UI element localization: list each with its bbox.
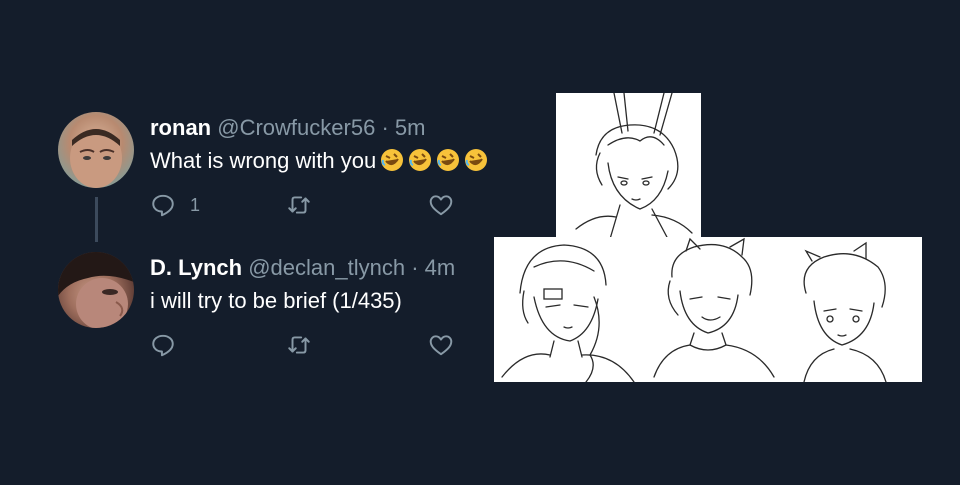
timestamp[interactable]: 5m bbox=[395, 115, 426, 140]
thread-connector-line bbox=[95, 197, 98, 242]
tweet-text-content: What is wrong with you bbox=[150, 148, 377, 173]
retweet-button[interactable] bbox=[286, 192, 312, 218]
user-handle[interactable]: @Crowfucker56 bbox=[217, 115, 375, 140]
tweet-header: D. Lynch @declan_tlynch · 4m bbox=[150, 254, 455, 282]
tweet-text: What is wrong with you bbox=[150, 146, 488, 176]
sketch-image-three-characters bbox=[494, 237, 922, 382]
tweet-actions: 1 bbox=[150, 192, 470, 218]
tweet-text: i will try to be brief (1/435) bbox=[150, 286, 402, 316]
display-name[interactable]: D. Lynch bbox=[150, 255, 242, 280]
avatar[interactable] bbox=[58, 252, 134, 328]
retweet-arrows-icon bbox=[288, 336, 310, 354]
separator-dot: · bbox=[411, 255, 419, 280]
tweet-actions bbox=[150, 332, 470, 358]
display-name[interactable]: ronan bbox=[150, 115, 211, 140]
separator-dot: · bbox=[381, 115, 389, 140]
reply-button[interactable]: 1 bbox=[150, 192, 200, 218]
heart-icon bbox=[429, 195, 453, 216]
avatar[interactable] bbox=[58, 112, 134, 188]
timestamp[interactable]: 4m bbox=[425, 255, 456, 280]
tweet-text-content: i will try to be brief (1/435) bbox=[150, 288, 402, 313]
rolling-laughing-emoji-icon bbox=[437, 149, 460, 171]
user-handle[interactable]: @declan_tlynch bbox=[248, 255, 405, 280]
heart-icon bbox=[429, 335, 453, 356]
reply-count: 1 bbox=[190, 194, 201, 215]
retweet-button[interactable] bbox=[286, 332, 312, 358]
sketch-image-bunny-character bbox=[556, 93, 701, 239]
retweet-arrows-icon bbox=[288, 196, 310, 214]
reply-button[interactable] bbox=[150, 332, 176, 358]
rolling-laughing-emoji-icon bbox=[465, 149, 488, 171]
speech-bubble-icon bbox=[152, 194, 174, 217]
like-button[interactable] bbox=[428, 192, 454, 218]
rolling-laughing-emoji-icon bbox=[381, 149, 404, 171]
like-button[interactable] bbox=[428, 332, 454, 358]
rolling-laughing-emoji-icon bbox=[409, 149, 432, 171]
speech-bubble-icon bbox=[152, 334, 174, 357]
tweet-header: ronan @Crowfucker56 · 5m bbox=[150, 114, 425, 142]
